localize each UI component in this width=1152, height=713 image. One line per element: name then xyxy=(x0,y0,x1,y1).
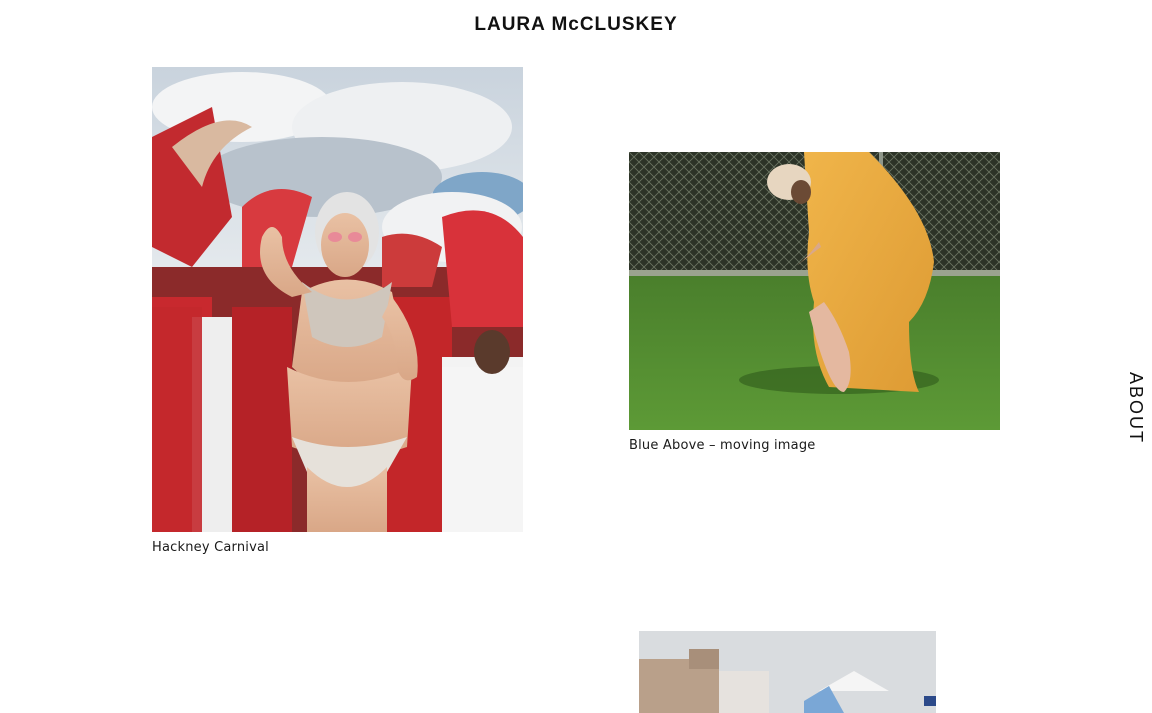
site-title-link[interactable]: LAURA McCLUSKEY xyxy=(0,14,1152,36)
blue-above-photo[interactable] xyxy=(629,152,1000,430)
work-item-hackney-carnival[interactable]: Hackney Carnival xyxy=(152,67,523,555)
about-link[interactable]: ABOUT xyxy=(1125,372,1146,444)
work-caption: Blue Above – moving image xyxy=(629,438,816,453)
work-caption: Hackney Carnival xyxy=(152,540,269,555)
portfolio-page: LAURA McCLUSKEY ABOUT Hackney Carnival B… xyxy=(0,0,1152,713)
hackney-carnival-photo[interactable] xyxy=(152,67,523,532)
third-work-photo[interactable] xyxy=(639,631,936,713)
work-item-third[interactable] xyxy=(639,631,936,713)
work-item-blue-above[interactable]: Blue Above – moving image xyxy=(629,152,1000,453)
